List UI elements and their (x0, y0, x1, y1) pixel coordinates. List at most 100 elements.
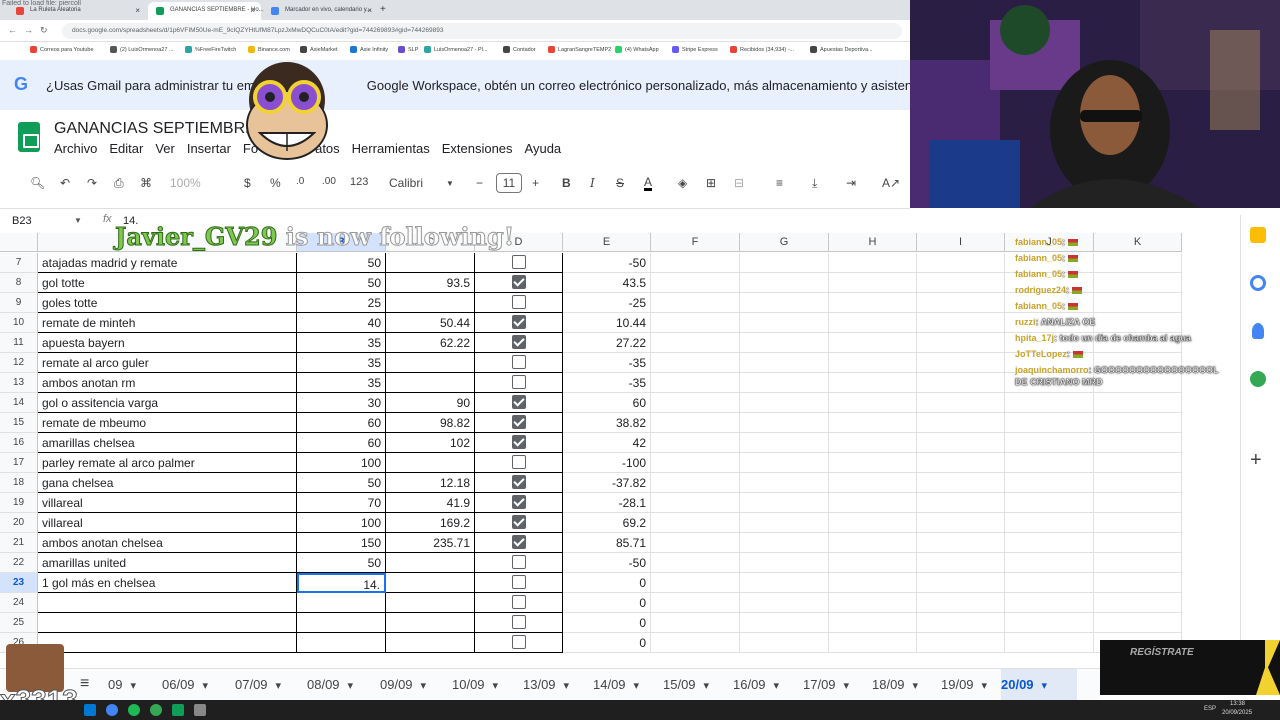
cell-description[interactable]: gol totte (38, 273, 297, 293)
font-family-select[interactable]: Calibri (389, 176, 423, 190)
merge-cells-icon[interactable]: ⊟ (734, 176, 744, 190)
menu-item[interactable]: Archivo (54, 141, 97, 156)
cell-empty[interactable] (651, 373, 740, 393)
row-header[interactable]: 7 (0, 253, 38, 273)
cell-empty[interactable] (1094, 613, 1182, 633)
cell-empty[interactable] (829, 273, 917, 293)
font-size-input[interactable]: 11 (496, 173, 522, 193)
cell-description[interactable]: apuesta bayern (38, 333, 297, 353)
sheet-tab[interactable]: 08/09 ▾ (307, 669, 369, 701)
cell-return[interactable]: 235.71 (386, 533, 475, 553)
menu-item[interactable]: Herramientas (352, 141, 430, 156)
checkbox[interactable] (512, 275, 526, 289)
cell-won[interactable] (475, 533, 563, 553)
cell-empty[interactable] (1094, 533, 1182, 553)
sheet-tab[interactable]: 14/09 ▾ (593, 669, 655, 701)
text-rotation-icon[interactable]: A↗ (882, 176, 900, 190)
cell-description[interactable]: villareal (38, 493, 297, 513)
cell-empty[interactable] (740, 273, 829, 293)
cell-empty[interactable] (1094, 473, 1182, 493)
browser-tab[interactable]: Marcador en vivo, calendario y... × (263, 2, 378, 20)
zoom-select[interactable]: 100% (170, 176, 201, 190)
cell-empty[interactable] (829, 313, 917, 333)
checkbox[interactable] (512, 315, 526, 329)
sheet-tab[interactable]: 15/09 ▾ (663, 669, 725, 701)
cell-empty[interactable] (829, 493, 917, 513)
cell-won[interactable] (475, 613, 563, 633)
search-menus-icon[interactable]: 🔍︎ (30, 176, 45, 190)
cell-empty[interactable] (740, 613, 829, 633)
keep-icon[interactable] (1250, 227, 1266, 243)
document-title[interactable]: GANANCIAS SEPTIEMBRE (54, 120, 256, 138)
cell-empty[interactable] (740, 453, 829, 473)
cell-empty[interactable] (917, 573, 1005, 593)
cell-return[interactable] (386, 453, 475, 473)
cell-empty[interactable] (651, 273, 740, 293)
cell-return[interactable]: 50.44 (386, 313, 475, 333)
cell-return[interactable] (386, 593, 475, 613)
cell-empty[interactable] (1094, 593, 1182, 613)
app-icon[interactable] (150, 704, 162, 716)
cell-empty[interactable] (651, 253, 740, 273)
checkbox[interactable] (512, 435, 526, 449)
cell-empty[interactable] (829, 293, 917, 313)
cell-profit[interactable]: 0 (563, 613, 651, 633)
cell-profit[interactable]: -35 (563, 353, 651, 373)
cell-return[interactable]: 102 (386, 433, 475, 453)
cell-empty[interactable] (917, 293, 1005, 313)
checkbox[interactable] (512, 455, 526, 469)
cell-profit[interactable]: -25 (563, 293, 651, 313)
cell-empty[interactable] (651, 393, 740, 413)
cell-empty[interactable] (740, 433, 829, 453)
cell-empty[interactable] (651, 473, 740, 493)
chevron-down-icon[interactable]: ▾ (913, 680, 919, 692)
cell-won[interactable] (475, 473, 563, 493)
cell-stake[interactable]: 14. (297, 573, 386, 593)
cell-empty[interactable] (917, 413, 1005, 433)
checkbox[interactable] (512, 475, 526, 489)
cell-stake[interactable] (297, 633, 386, 653)
cell-description[interactable]: parley remate al arco palmer (38, 453, 297, 473)
cell-description[interactable]: remate de minteh (38, 313, 297, 333)
cell-won[interactable] (475, 593, 563, 613)
row-header[interactable]: 16 (0, 433, 38, 453)
cell-empty[interactable] (740, 553, 829, 573)
cell-empty[interactable] (829, 513, 917, 533)
column-header[interactable]: E (563, 233, 651, 252)
cell-description[interactable]: remate de mbeumo (38, 413, 297, 433)
row-header[interactable]: 25 (0, 613, 38, 633)
chevron-down-icon[interactable]: ▾ (493, 680, 499, 692)
cell-empty[interactable] (829, 333, 917, 353)
checkbox[interactable] (512, 515, 526, 529)
cell-empty[interactable] (829, 453, 917, 473)
checkbox[interactable] (512, 295, 526, 309)
row-header[interactable]: 14 (0, 393, 38, 413)
forward-icon[interactable]: → (24, 25, 33, 35)
cell-empty[interactable] (740, 353, 829, 373)
cell-return[interactable]: 90 (386, 393, 475, 413)
cell-empty[interactable] (917, 333, 1005, 353)
cell-empty[interactable] (1094, 493, 1182, 513)
cell-stake[interactable]: 35 (297, 333, 386, 353)
cell-profit[interactable]: -50 (563, 253, 651, 273)
maps-icon[interactable] (1250, 371, 1266, 387)
name-box[interactable]: B23 (12, 215, 32, 227)
cell-won[interactable] (475, 313, 563, 333)
chevron-down-icon[interactable]: ▾ (421, 680, 427, 692)
cell-empty[interactable] (651, 593, 740, 613)
cell-return[interactable]: 169.2 (386, 513, 475, 533)
row-header[interactable]: 13 (0, 373, 38, 393)
cell-won[interactable] (475, 413, 563, 433)
checkbox[interactable] (512, 555, 526, 569)
cell-empty[interactable] (651, 633, 740, 653)
chrome-icon[interactable] (106, 704, 118, 716)
cell-empty[interactable] (829, 533, 917, 553)
sheets-taskbar-icon[interactable] (172, 704, 184, 716)
all-sheets-icon[interactable]: ≡ (80, 675, 89, 693)
sheet-tab[interactable]: 09/09 ▾ (380, 669, 442, 701)
cell-description[interactable]: ambos anotan rm (38, 373, 297, 393)
cell-stake[interactable]: 35 (297, 353, 386, 373)
chevron-down-icon[interactable]: ▾ (774, 680, 780, 692)
cell-won[interactable] (475, 333, 563, 353)
cell-profit[interactable]: 0 (563, 573, 651, 593)
